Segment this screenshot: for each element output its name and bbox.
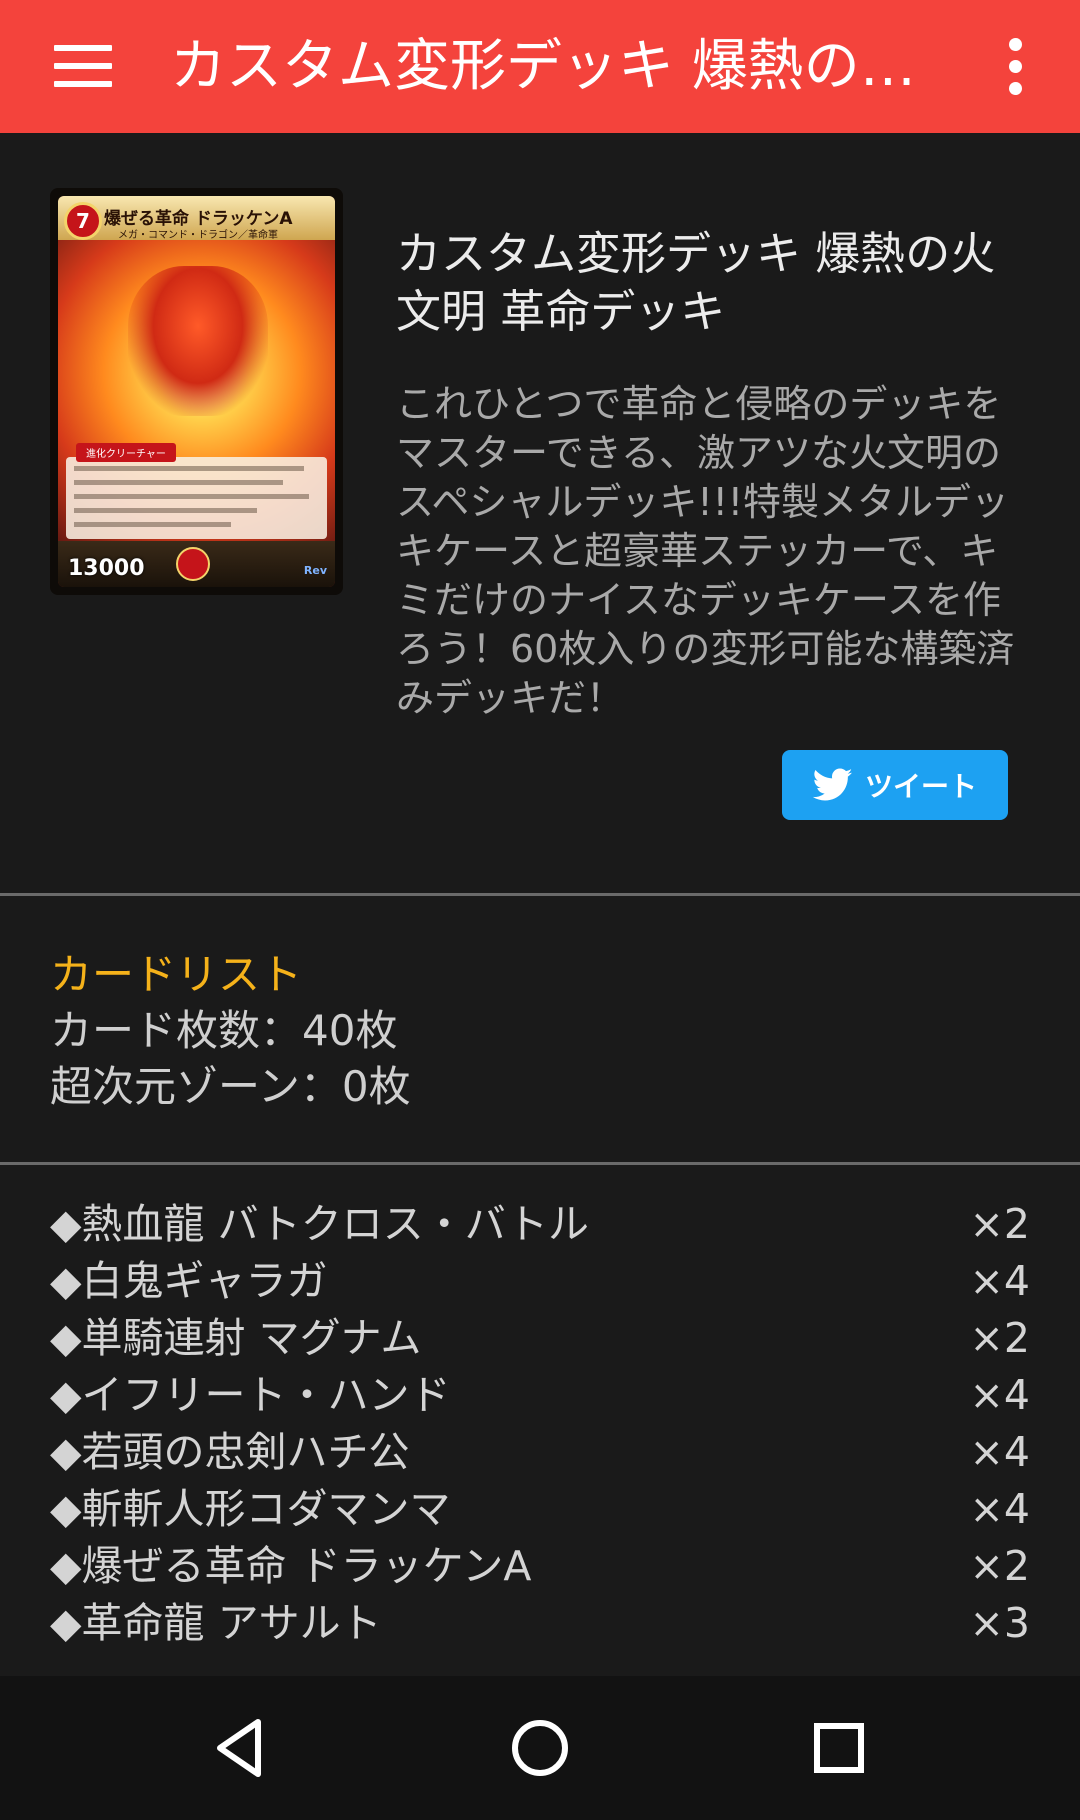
revolution-seal-icon [176,547,210,581]
card-artwork [128,266,268,416]
deck-description: これひとつで革命と侵略のデッキをマスターできる、激アツな火文明のスペシャルデッキ… [396,382,1015,720]
hyperspace-zone-count: 超次元ゾーン：0枚 [50,1062,411,1111]
card-name: ◆イフリート・ハンド [50,1371,451,1419]
card-quantity: ×4 [969,1257,1030,1305]
product-detail: 7 爆ぜる革命 ドラッケンA メガ・コマンド・ドラゴン／革命軍 進化クリーチャー… [0,133,1080,893]
more-vert-icon[interactable] [990,28,1040,104]
back-triangle-icon[interactable] [198,1706,282,1790]
card-text-box: 進化クリーチャー [66,443,327,539]
divider [0,1162,1080,1165]
card-name: ◆単騎連射 マグナム [50,1314,422,1362]
card-art: 7 爆ぜる革命 ドラッケンA メガ・コマンド・ドラゴン／革命軍 進化クリーチャー… [58,196,335,587]
card-count: カード枚数：40枚 [50,1006,398,1055]
card-name: ◆爆ぜる革命 ドラッケンA [50,1542,532,1590]
list-item[interactable]: ◆白鬼ギャラガ ×4 [50,1253,1030,1310]
card-list-summary: カードリスト カード枚数：40枚 超次元ゾーン：0枚 [0,897,1080,1161]
hamburger-menu-icon[interactable] [48,33,118,99]
deck-title: カスタム変形デッキ 爆熱の火文明 革命デッキ [396,227,996,338]
twitter-bird-icon [812,768,853,801]
card-set-mark: Rev [303,564,327,577]
list-item[interactable]: ◆斬斬人形コダマンマ ×4 [50,1481,1030,1538]
list-item[interactable]: ◆爆ぜる革命 ドラッケンA ×2 [50,1538,1030,1595]
home-circle-icon[interactable] [498,1706,582,1790]
card-quantity: ×4 [969,1428,1030,1476]
card-name: ◆若頭の忠剣ハチ公 [50,1428,410,1476]
divider [0,893,1080,896]
card-quantity: ×3 [969,1599,1030,1647]
card-quantity: ×2 [969,1314,1030,1362]
card-cost: 7 [64,202,102,240]
list-item[interactable]: ◆単騎連射 マグナム ×2 [50,1310,1030,1367]
card-type-tag: 進化クリーチャー [76,443,176,462]
list-item[interactable]: ◆熱血龍 バトクロス・バトル ×2 [50,1196,1030,1253]
card-list-heading: カードリスト [50,950,303,999]
app-bar: カスタム変形デッキ 爆熱の火文明 革命デッキ [0,0,1080,133]
card-name: ◆革命龍 アサルト [50,1599,382,1647]
card-name: ◆斬斬人形コダマンマ [50,1485,451,1533]
card-quantity: ×4 [969,1371,1030,1419]
card-power: 13000 [68,556,145,581]
card-name: ◆熱血龍 バトクロス・バトル [50,1200,590,1248]
tweet-button[interactable]: ツイート [782,750,1008,820]
tweet-button-label: ツイート [864,770,977,803]
card-quantity: ×2 [969,1542,1030,1590]
list-item[interactable]: ◆若頭の忠剣ハチ公 ×4 [50,1424,1030,1481]
card-quantity: ×4 [969,1485,1030,1533]
card-race: メガ・コマンド・ドラゴン／革命軍 [118,230,278,241]
list-item[interactable]: ◆革命龍 アサルト ×3 [50,1595,1030,1652]
recents-square-icon[interactable] [797,1706,881,1790]
app-bar-title: カスタム変形デッキ 爆熱の火文明 革命デッキ [170,34,950,99]
list-item[interactable]: ◆イフリート・ハンド ×4 [50,1367,1030,1424]
card-image[interactable]: 7 爆ぜる革命 ドラッケンA メガ・コマンド・ドラゴン／革命軍 進化クリーチャー… [50,188,343,595]
card-quantity: ×2 [969,1200,1030,1248]
system-nav-bar [0,1676,1080,1820]
card-name: ◆白鬼ギャラガ [50,1257,328,1305]
